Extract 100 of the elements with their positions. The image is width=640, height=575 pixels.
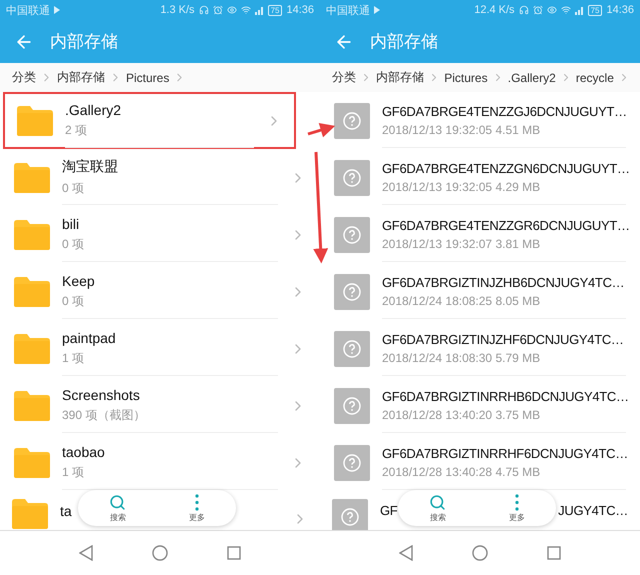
item-detail: 0 项 <box>62 292 86 310</box>
item-name: GF6DA7BRGIZTINRRHF6DCNJUGY4TC… <box>382 446 626 460</box>
annotation-arrow <box>308 122 336 138</box>
item-detail: 390 项（截图） <box>62 406 146 424</box>
unknown-file-icon <box>334 444 370 480</box>
item-name: GF6DA7BRGIZTINJZHB6DCNJUGY4TC… <box>382 274 626 290</box>
item-name: Screenshots <box>62 386 141 402</box>
unknown-file-icon <box>334 274 370 310</box>
list-item[interactable]: GF6DA7BRGIZTINJZHF6DCNJUGY4TC… 2018/12/24 18:08:30 5.79 MB <box>320 320 640 377</box>
breadcrumb-item[interactable]: 内部存储 <box>374 69 426 86</box>
folder-icon <box>17 106 53 136</box>
search-button[interactable]: 搜索 <box>429 494 446 522</box>
item-detail: 2018/12/13 19:32:05 4.29 MB <box>382 180 542 194</box>
home-nav-icon[interactable] <box>472 545 488 561</box>
highlighted-list-item[interactable]: .Gallery2 2 项 <box>3 92 296 149</box>
unknown-file-icon <box>334 330 370 366</box>
headphones-icon <box>518 5 529 15</box>
list-item[interactable]: Keep 0 项 <box>0 263 320 320</box>
item-detail: 1 项 <box>62 350 86 366</box>
search-icon <box>429 494 446 510</box>
item-name: GF6DA7BRGE4TENZZGR6DCNJUGUYT… <box>382 218 626 232</box>
item-detail: 1 项 <box>62 464 86 480</box>
unknown-file-icon <box>334 160 370 196</box>
breadcrumb-item[interactable]: 分类 <box>10 69 38 86</box>
back-nav-icon[interactable] <box>399 545 414 561</box>
item-detail: 2018/12/24 18:08:25 8.05 MB <box>382 294 542 308</box>
item-name: GF6DA7BRGE4TENZZGN6DCNJUGUYT… <box>382 160 626 176</box>
more-button[interactable]: 更多 <box>188 494 205 522</box>
carrier-name: 中国联通 <box>6 4 50 18</box>
screen-title: 内部存储 <box>50 31 118 53</box>
breadcrumb-item[interactable]: Pictures <box>124 70 172 84</box>
item-detail: 2018/12/13 19:32:05 4.51 MB <box>382 122 542 136</box>
alarm-icon <box>212 5 223 15</box>
item-detail: 2018/12/13 19:32:07 3.81 MB <box>382 236 542 250</box>
folder-icon <box>14 448 50 478</box>
item-name: bili <box>62 216 80 232</box>
folder-icon <box>14 220 50 250</box>
folder-icon <box>14 276 50 306</box>
recents-nav-icon[interactable] <box>226 546 241 560</box>
eye-icon <box>226 5 237 15</box>
unknown-file-icon <box>334 102 370 138</box>
folder-icon <box>14 390 50 420</box>
breadcrumb-item[interactable]: 分类 <box>330 69 358 86</box>
more-button[interactable]: 更多 <box>508 494 525 522</box>
list-item[interactable]: Screenshots 390 项（截图） <box>0 377 320 434</box>
list-item[interactable]: GF6DA7BRGIZTINJZHB6DCNJUGY4TC… 2018/12/24 18:08:25 8.05 MB <box>320 263 640 320</box>
signal-icon <box>254 6 264 14</box>
home-nav-icon[interactable] <box>152 545 168 561</box>
list-item[interactable]: GF6DA7BRGE4TENZZGN6DCNJUGUYT… 2018/12/13 19:32:05 4.29 MB <box>320 149 640 206</box>
folder-icon <box>12 499 48 529</box>
breadcrumb-item[interactable]: Pictures <box>442 70 490 84</box>
eye-icon <box>546 5 557 15</box>
item-detail: 0 项 <box>62 180 86 196</box>
item-name: .Gallery2 <box>65 102 122 118</box>
list-item[interactable]: GF6DA7BRGIZTINRRHF6DCNJUGY4TC… 2018/12/28 13:40:28 4.75 MB <box>320 434 640 491</box>
play-icon <box>374 6 380 14</box>
item-detail: 2018/12/28 13:40:28 4.75 MB <box>382 464 542 478</box>
item-detail: 2018/12/24 18:08:30 5.79 MB <box>382 350 542 364</box>
clock-time: 14:36 <box>286 4 314 16</box>
folder-icon <box>14 334 50 364</box>
wifi-icon <box>240 5 251 15</box>
network-speed: 12.4 K/s <box>474 4 515 16</box>
battery-level: 75 <box>588 4 602 16</box>
item-name: paintpad <box>62 330 117 346</box>
unknown-file-icon <box>334 388 370 424</box>
item-name: JUGY4TC… <box>558 503 628 518</box>
battery-level: 75 <box>268 4 282 16</box>
signal-icon <box>574 6 584 14</box>
item-detail: 0 项 <box>62 236 86 252</box>
network-speed: 1.3 K/s <box>160 4 195 16</box>
breadcrumb-item[interactable]: .Gallery2 <box>506 70 558 84</box>
item-name: 淘宝联盟 <box>62 158 119 176</box>
list-item[interactable]: 淘宝联盟 0 项 <box>0 149 320 206</box>
search-icon <box>109 494 126 510</box>
item-name: Keep <box>62 272 96 288</box>
list-item[interactable]: bili 0 项 <box>0 206 320 263</box>
back-nav-icon[interactable] <box>79 545 94 561</box>
more-icon <box>194 494 199 510</box>
recents-nav-icon[interactable] <box>546 546 561 560</box>
item-name: GF6DA7BRGIZTINJZHF6DCNJUGY4TC… <box>382 332 625 346</box>
list-item[interactable]: GF6DA7BRGE4TENZZGR6DCNJUGUYT… 2018/12/13 19:32:07 3.81 MB <box>320 206 640 263</box>
item-detail: 2018/12/28 13:40:20 3.75 MB <box>382 408 542 422</box>
play-icon <box>54 6 60 14</box>
more-icon <box>514 494 519 510</box>
alarm-icon <box>532 5 543 15</box>
search-button[interactable]: 搜索 <box>109 494 126 522</box>
item-name: GF <box>380 503 398 518</box>
folder-icon <box>14 162 50 192</box>
screen-title: 内部存储 <box>370 31 438 53</box>
breadcrumb-item[interactable]: recycle <box>574 70 616 84</box>
list-item[interactable]: GF6DA7BRGE4TENZZGJ6DCNJUGUYT… 2018/12/13 19:32:05 4.51 MB <box>320 92 640 149</box>
list-item[interactable]: paintpad 1 项 <box>0 320 320 377</box>
carrier-name: 中国联通 <box>326 4 370 18</box>
list-item[interactable]: GF6DA7BRGIZTINRRHB6DCNJUGY4TC… 2018/12/28 13:40:20 3.75 MB <box>320 377 640 434</box>
headphones-icon <box>198 5 209 15</box>
list-item[interactable]: taobao 1 项 <box>0 434 320 491</box>
unknown-file-icon <box>334 216 370 252</box>
breadcrumb-item[interactable]: 内部存储 <box>55 69 107 86</box>
item-name: GF6DA7BRGIZTINRRHB6DCNJUGY4TC… <box>382 388 626 404</box>
clock-time: 14:36 <box>606 4 634 16</box>
